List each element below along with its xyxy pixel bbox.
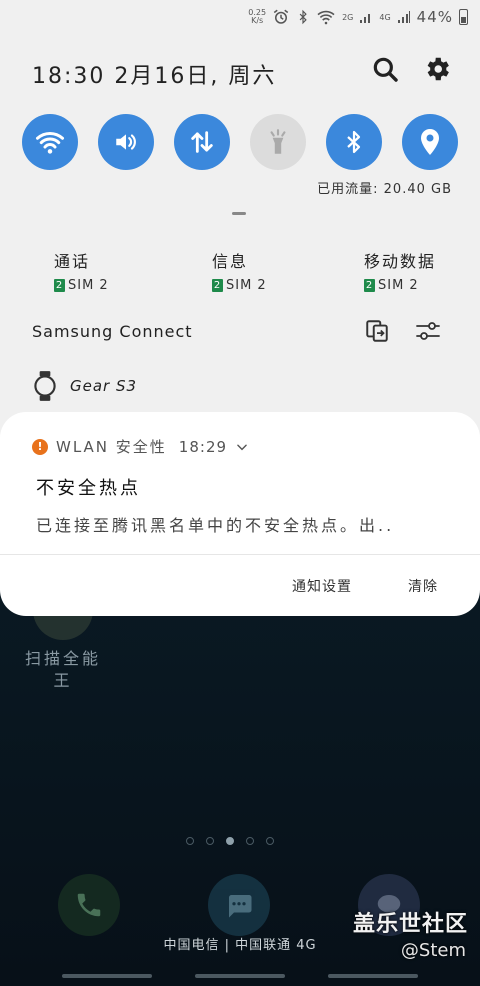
sim-setting-calls[interactable]: 通话 2 SIM 2 xyxy=(54,248,109,293)
signal-icon xyxy=(397,11,410,23)
device-name: Gear S3 xyxy=(70,377,138,395)
sim-label: SIM 2 xyxy=(226,278,267,293)
speaker-icon xyxy=(116,134,136,150)
tile-sound[interactable] xyxy=(98,114,154,170)
tile-wifi[interactable] xyxy=(22,114,78,170)
notification-app-name: WLAN 安全性 xyxy=(56,438,167,456)
bluetooth-icon xyxy=(347,130,361,154)
signal-label-4g: 4G xyxy=(379,12,391,22)
dock-phone-app[interactable] xyxy=(58,874,120,936)
navigation-bar xyxy=(0,970,480,986)
tile-location[interactable] xyxy=(402,114,458,170)
connect-settings-icon[interactable] xyxy=(414,318,442,344)
notification-body: 已连接至腾讯黑名单中的不安全热点。出.. xyxy=(36,516,395,535)
nav-home-handle[interactable] xyxy=(195,974,285,978)
settings-button[interactable] xyxy=(422,54,454,86)
tile-mobile-data[interactable] xyxy=(174,114,230,170)
gear-icon xyxy=(427,57,449,81)
bluetooth-icon xyxy=(299,9,307,25)
wifi-icon xyxy=(36,131,64,154)
page-dot xyxy=(266,837,274,845)
page-dot xyxy=(246,837,254,845)
sim-label: SIM 2 xyxy=(378,278,419,293)
tile-flashlight[interactable] xyxy=(250,114,306,170)
tile-bluetooth[interactable] xyxy=(326,114,382,170)
page-dot-active xyxy=(226,837,234,845)
samsung-connect-label[interactable]: Samsung Connect xyxy=(32,322,193,341)
signal-label-2g: 2G xyxy=(342,12,354,22)
battery-icon xyxy=(459,9,468,25)
nav-recents-handle[interactable] xyxy=(62,974,152,978)
sim-setting-value: 2 SIM 2 xyxy=(54,278,109,293)
page-indicator xyxy=(186,834,306,848)
notification-time: 18:29 xyxy=(178,437,228,456)
smartwatch-icon xyxy=(34,371,56,401)
network-speed-unit: K/s xyxy=(251,16,264,25)
panel-expand-handle[interactable] xyxy=(232,212,246,215)
sim-setting-value: 2 SIM 2 xyxy=(212,278,267,293)
page-dot xyxy=(186,837,194,845)
signal-icon xyxy=(360,14,371,23)
search-button[interactable] xyxy=(370,54,402,86)
chevron-down-icon[interactable] xyxy=(235,440,249,454)
location-pin-icon xyxy=(421,129,439,155)
sim-badge: 2 xyxy=(364,279,375,292)
network-speed: 0.25 K/s xyxy=(248,9,266,25)
watermark-user: @Stem xyxy=(400,940,466,961)
alarm-icon xyxy=(273,9,289,24)
battery-percentage: 44% xyxy=(416,8,453,26)
data-usage-text: 已用流量: 20.40 GB xyxy=(317,182,452,197)
sim-badge: 2 xyxy=(212,279,223,292)
sim-setting-title: 信息 xyxy=(212,252,249,271)
notification-header: ! WLAN 安全性 18:29 xyxy=(32,436,249,457)
connected-device-row[interactable]: Gear S3 xyxy=(32,370,137,402)
quick-panel: 0.25 K/s 2G 4G 44% 18:30 2月16日, 周六 已用流量:… xyxy=(0,0,480,440)
dock-messages-app[interactable] xyxy=(208,874,270,936)
message-icon xyxy=(229,895,252,918)
divider xyxy=(0,554,480,555)
date-time[interactable]: 18:30 2月16日, 周六 xyxy=(32,58,276,90)
phone-icon xyxy=(77,893,101,917)
status-bar: 0.25 K/s 2G 4G 44% xyxy=(248,6,468,28)
clear-notification-button[interactable]: 清除 xyxy=(408,576,438,596)
devices-transfer-icon[interactable] xyxy=(364,318,390,344)
wifi-icon xyxy=(317,10,335,25)
sim-setting-messages[interactable]: 信息 2 SIM 2 xyxy=(212,248,267,293)
app-label: 扫描全能王 xyxy=(24,649,101,690)
search-icon xyxy=(373,57,398,82)
nav-back-handle[interactable] xyxy=(328,974,418,978)
watermark-title: 盖乐世社区 xyxy=(352,912,468,937)
notification-title: 不安全热点 xyxy=(36,478,141,499)
sim-setting-value: 2 SIM 2 xyxy=(364,278,436,293)
page-dot xyxy=(206,837,214,845)
data-arrows-icon xyxy=(191,131,213,153)
flashlight-icon xyxy=(270,129,286,154)
sim-setting-title: 通话 xyxy=(54,252,91,271)
notification-settings-button[interactable]: 通知设置 xyxy=(292,576,352,596)
sim-badge: 2 xyxy=(54,279,65,292)
warning-icon: ! xyxy=(32,438,48,455)
sim-setting-mobile-data[interactable]: 移动数据 2 SIM 2 xyxy=(364,248,436,293)
notification-card[interactable]: ! WLAN 安全性 18:29 不安全热点 已连接至腾讯黑名单中的不安全热点。… xyxy=(0,412,480,616)
sim-label: SIM 2 xyxy=(68,278,109,293)
sim-setting-title: 移动数据 xyxy=(364,252,437,271)
